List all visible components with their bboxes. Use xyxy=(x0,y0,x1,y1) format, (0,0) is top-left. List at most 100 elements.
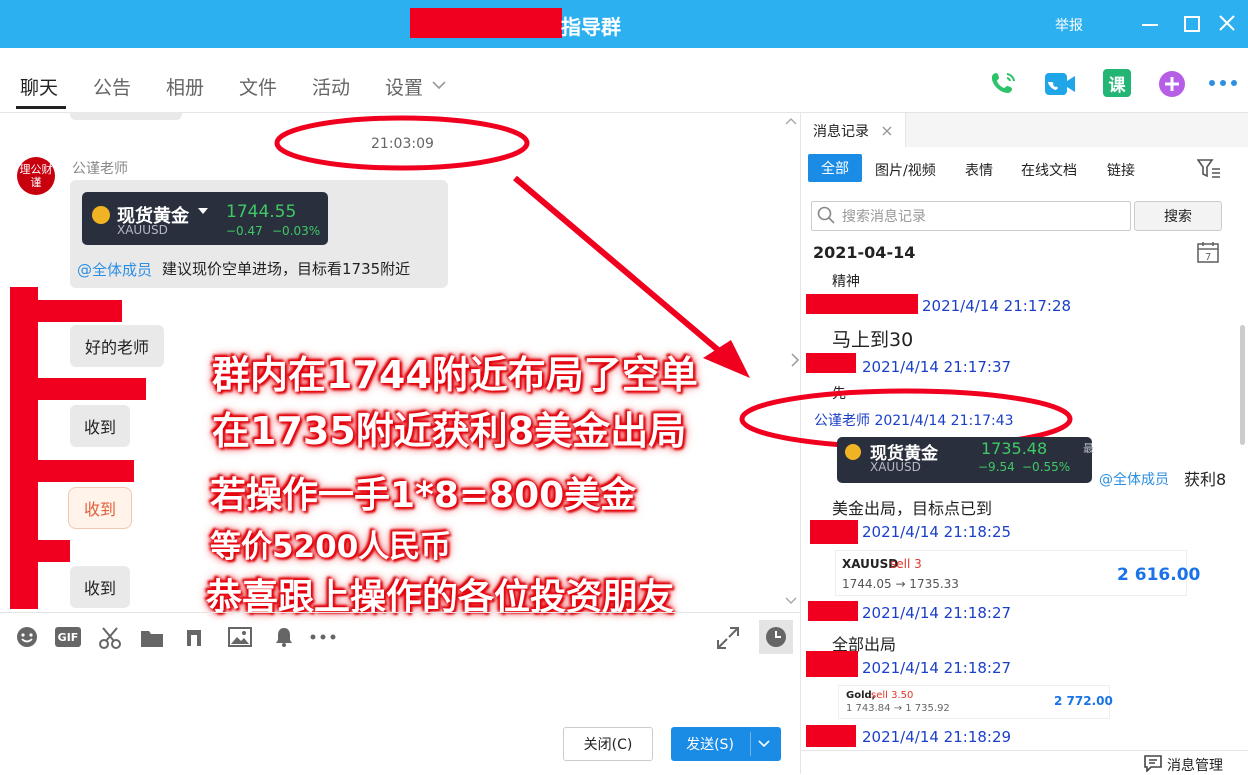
history-timestamp: 2021/4/14 21:17:28 xyxy=(922,297,1072,315)
annotation-ellipse xyxy=(274,115,530,171)
history-tab-title: 消息记录 xyxy=(813,124,869,140)
close-button[interactable]: 关闭(C) xyxy=(563,727,653,761)
tab-files[interactable]: 文件 xyxy=(239,73,277,100)
redacted-name xyxy=(38,300,122,322)
trade-card-range: 1744.05 → 1735.33 xyxy=(842,577,959,591)
reply-sticker: 收到 xyxy=(68,487,132,529)
overlay-line: 若操作一手1*8=800美金 xyxy=(210,475,637,516)
redacted-name xyxy=(806,651,858,677)
history-quote-pct: −0.55% xyxy=(1022,460,1071,474)
redacted-name xyxy=(806,353,856,373)
quote-price: 1744.55 xyxy=(226,202,297,222)
filter-docs[interactable]: 在线文档 xyxy=(1021,160,1077,180)
search-icon xyxy=(817,206,835,224)
search-button[interactable]: 搜索 xyxy=(1134,201,1222,231)
history-date: 2021-04-14 xyxy=(813,243,916,262)
music-icon[interactable] xyxy=(183,627,205,649)
history-timestamp: 2021/4/14 21:18:25 xyxy=(862,523,1012,541)
history-scrollbar[interactable] xyxy=(1240,325,1245,445)
gif-icon[interactable]: GIF xyxy=(55,627,81,647)
previous-bubble xyxy=(70,112,182,120)
report-button[interactable]: 举报 xyxy=(1055,15,1083,35)
emoji-icon[interactable] xyxy=(16,626,38,648)
send-options-icon[interactable] xyxy=(758,740,770,748)
tab-settings[interactable]: 设置 xyxy=(385,73,423,100)
minimize-button[interactable] xyxy=(1142,24,1158,26)
image-icon[interactable] xyxy=(228,627,252,647)
history-quote-price: 1735.48 xyxy=(981,439,1048,458)
history-timestamp: 2021/4/14 21:18:27 xyxy=(862,604,1012,622)
redacted-name xyxy=(808,601,858,621)
history-message: 美金出局，目标点已到 xyxy=(832,499,993,518)
annotation-arrow xyxy=(513,175,750,378)
avatar[interactable]: 理公财谨 xyxy=(17,157,55,195)
reply-bubble: 收到 xyxy=(70,566,130,608)
bell-icon[interactable] xyxy=(273,626,295,648)
tab-album[interactable]: 相册 xyxy=(166,73,204,100)
overlay-line: 在1735附近获利8美金出局 xyxy=(212,409,687,453)
chevron-down-icon[interactable] xyxy=(432,80,446,90)
redacted-name xyxy=(806,294,918,314)
history-timestamp: 2021/4/14 21:18:29 xyxy=(862,728,1012,746)
scroll-up-icon[interactable] xyxy=(785,116,797,126)
filter-stickers[interactable]: 表情 xyxy=(965,160,993,180)
history-message: 马上到30 xyxy=(832,329,914,351)
redacted-sidebar xyxy=(10,287,38,609)
lesson-icon[interactable]: 课 xyxy=(1103,69,1131,97)
maximize-button[interactable] xyxy=(1184,16,1200,32)
trade-card-range: 1 743.84 → 1 735.92 xyxy=(846,703,950,714)
filter-settings-icon[interactable] xyxy=(1197,158,1221,180)
trade-card-profit: 2 772.00 xyxy=(1054,694,1113,708)
history-quote-symbol: XAUUSD xyxy=(870,460,921,474)
quote-change: −0.47 xyxy=(226,224,263,238)
redacted-name xyxy=(38,460,134,482)
tab-chat[interactable]: 聊天 xyxy=(20,73,58,100)
filter-media[interactable]: 图片/视频 xyxy=(875,160,936,180)
close-window-button[interactable] xyxy=(1218,14,1236,32)
history-message: 精神 xyxy=(832,274,860,290)
gold-coin-icon xyxy=(92,206,110,224)
more-icon[interactable] xyxy=(1208,79,1238,87)
add-app-icon[interactable] xyxy=(1158,70,1186,98)
phone-call-icon[interactable] xyxy=(988,68,1020,100)
message-manage-icon[interactable] xyxy=(1143,754,1163,772)
tab-announcement[interactable]: 公告 xyxy=(93,73,131,100)
filter-all[interactable]: 全部 xyxy=(808,154,862,182)
sender-name[interactable]: 公谨老师 xyxy=(72,158,128,178)
send-divider xyxy=(750,732,751,756)
expand-icon[interactable] xyxy=(716,626,740,650)
clock-icon xyxy=(766,627,786,647)
scroll-down-icon[interactable] xyxy=(785,596,797,606)
composer-divider xyxy=(0,612,800,613)
video-call-icon[interactable] xyxy=(1044,70,1076,98)
search-placeholder: 搜索消息记录 xyxy=(842,209,926,225)
more-tools-icon[interactable] xyxy=(310,634,336,640)
trade-card-side: sell 3.50 xyxy=(871,690,914,701)
redacted-group-name xyxy=(410,8,562,38)
redacted-name xyxy=(38,540,70,562)
message-text: 建议现价空单进场，目标看1735附近 xyxy=(162,260,411,278)
screenshot-scissors-icon[interactable] xyxy=(98,626,122,650)
svg-text:7: 7 xyxy=(1205,252,1211,263)
redacted-name xyxy=(38,378,146,400)
history-timestamp: 2021/4/14 21:18:27 xyxy=(862,659,1012,677)
trade-card-profit: 2 616.00 xyxy=(1117,565,1201,585)
active-tab-indicator xyxy=(16,106,66,109)
reply-bubble: 收到 xyxy=(70,405,130,447)
folder-icon[interactable] xyxy=(140,628,164,648)
tab-activity[interactable]: 活动 xyxy=(312,73,350,100)
panel-collapse-icon[interactable] xyxy=(790,352,800,368)
history-mention[interactable]: @全体成员 xyxy=(1099,469,1169,489)
close-tab-icon[interactable] xyxy=(882,126,892,136)
history-toggle-button[interactable] xyxy=(759,620,793,654)
redacted-name xyxy=(806,725,856,747)
history-timestamp: 2021/4/14 21:17:37 xyxy=(862,358,1012,376)
send-button[interactable]: 发送(S) xyxy=(671,727,749,761)
reply-bubble: 好的老师 xyxy=(70,325,164,367)
mention-all[interactable]: @全体成员 xyxy=(77,259,152,280)
window-title: 指导群 xyxy=(561,15,621,39)
calendar-icon[interactable]: 7 xyxy=(1197,241,1219,263)
message-manage-link[interactable]: 消息管理 xyxy=(1167,755,1223,775)
caret-down-icon xyxy=(198,208,208,214)
filter-links[interactable]: 链接 xyxy=(1107,160,1135,180)
